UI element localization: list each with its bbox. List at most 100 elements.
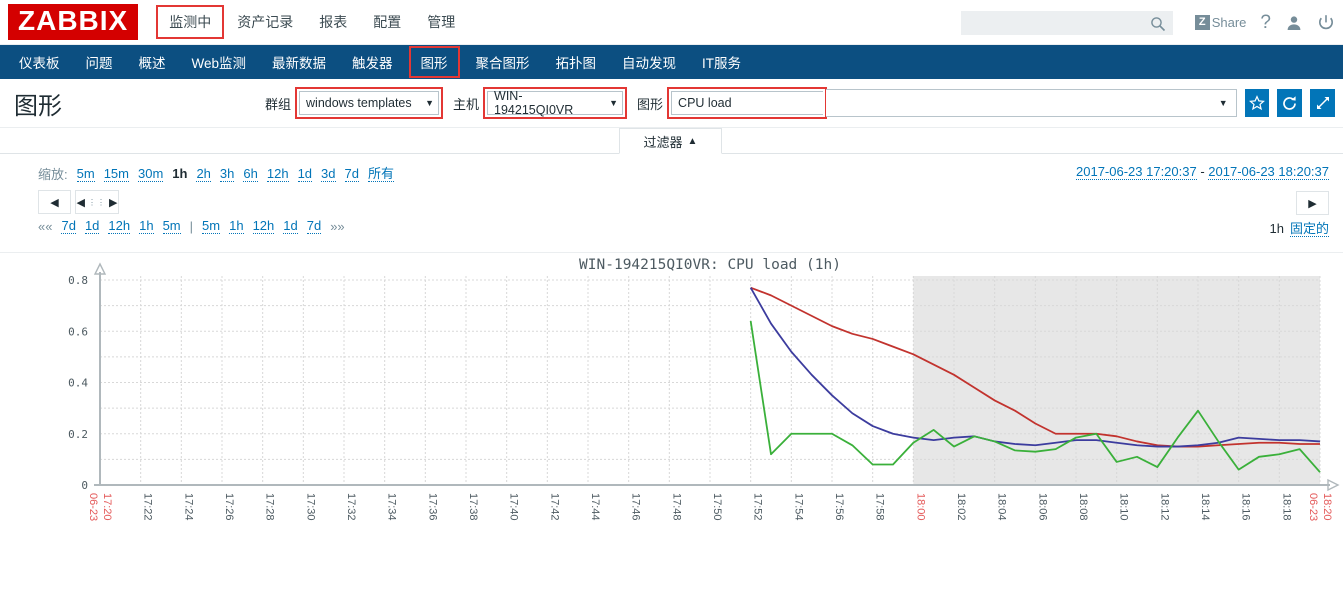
- subnav-item-latest-data[interactable]: 最新数据: [259, 44, 339, 80]
- svg-text:17:36: 17:36: [426, 493, 438, 521]
- search-input[interactable]: [967, 11, 1150, 34]
- svg-text:17:42: 17:42: [548, 493, 560, 521]
- jump-fwd-1d[interactable]: 1d: [283, 218, 298, 234]
- host-select-value: WIN-194215QI0VR: [494, 89, 574, 117]
- svg-text:18:14: 18:14: [1199, 493, 1211, 521]
- jump-divider: |: [189, 218, 194, 234]
- zoom-option-12h[interactable]: 12h: [266, 166, 289, 182]
- jump-back-1d[interactable]: 1d: [84, 218, 100, 234]
- graph-selector-controls: 群组 windows templates ▼ 主机 WIN-194215QI0V…: [265, 87, 1335, 119]
- subnav-item-triggers[interactable]: 触发器: [339, 44, 406, 80]
- svg-text:17:24: 17:24: [182, 493, 194, 521]
- svg-text:17:40: 17:40: [508, 493, 520, 521]
- chevron-down-icon: ▼: [425, 98, 435, 108]
- filter-tab[interactable]: 过滤器 ▲: [619, 128, 722, 154]
- mainnav-item-reports[interactable]: 报表: [306, 5, 360, 39]
- zoom-option-2h[interactable]: 2h: [196, 166, 211, 182]
- zoom-option-7d[interactable]: 7d: [344, 166, 359, 182]
- date-range-separator: -: [1196, 164, 1209, 179]
- search-box[interactable]: [960, 10, 1173, 35]
- svg-text:17:48: 17:48: [670, 493, 682, 521]
- chevron-down-icon: ▼: [609, 98, 619, 108]
- jump-fwd-7d[interactable]: 7d: [306, 218, 322, 234]
- refresh-button[interactable]: [1277, 89, 1303, 117]
- zoom-option-3d[interactable]: 3d: [321, 166, 336, 182]
- host-select-highlight: WIN-194215QI0VR ▼: [483, 87, 628, 119]
- jump-end-icon[interactable]: »»: [330, 219, 344, 234]
- main-navigation: 监测中 资产记录 报表 配置 管理: [156, 5, 468, 39]
- zoom-option-1h[interactable]: 1h: [172, 166, 187, 181]
- jump-start-icon[interactable]: ««: [38, 219, 52, 234]
- zoom-option-1d[interactable]: 1d: [297, 166, 313, 182]
- zabbix-logo[interactable]: ZABBIX: [8, 4, 139, 40]
- subnav-item-overview[interactable]: 概述: [126, 44, 179, 80]
- filter-tab-label: 过滤器: [643, 134, 683, 150]
- fullscreen-button[interactable]: [1310, 89, 1335, 117]
- subnav-item-screens[interactable]: 聚合图形: [463, 44, 543, 80]
- subnav-item-discovery[interactable]: 自动发现: [609, 44, 689, 80]
- power-icon[interactable]: [1317, 14, 1335, 32]
- user-icon[interactable]: [1285, 14, 1303, 32]
- svg-text:18:00: 18:00: [914, 493, 926, 521]
- svg-text:18:08: 18:08: [1077, 493, 1089, 521]
- graph-label: 图形: [637, 96, 664, 112]
- zoom-label: 缩放:: [38, 167, 68, 182]
- svg-text:17:32: 17:32: [345, 493, 357, 521]
- subnav-item-it-services[interactable]: IT服务: [689, 44, 754, 80]
- subnav-item-problems[interactable]: 问题: [73, 44, 126, 80]
- help-icon[interactable]: ?: [1260, 12, 1271, 34]
- subnav-item-dashboard[interactable]: 仪表板: [6, 44, 73, 80]
- svg-text:0.8: 0.8: [68, 274, 88, 287]
- subnav-item-graphs[interactable]: 图形: [408, 46, 460, 78]
- subnav-item-maps[interactable]: 拓扑图: [543, 44, 610, 80]
- jump-back-1h[interactable]: 1h: [139, 218, 154, 234]
- zoom-option-30m[interactable]: 30m: [137, 166, 164, 182]
- jump-back-5m[interactable]: 5m: [162, 218, 181, 234]
- zoom-row: 缩放: 5m 15m 30m 1h 2h 3h 6h 12h 1d 3d 7d …: [0, 162, 1343, 183]
- svg-text:17:58: 17:58: [874, 493, 886, 521]
- jump-fwd-12h[interactable]: 12h: [252, 218, 275, 234]
- graph-select-value: CPU load: [678, 96, 732, 110]
- svg-text:17:28: 17:28: [264, 493, 276, 521]
- zoom-option-all[interactable]: 所有: [367, 166, 394, 182]
- jump-back-12h[interactable]: 12h: [108, 218, 131, 234]
- mainnav-item-inventory[interactable]: 资产记录: [224, 5, 306, 39]
- svg-text:18:16: 18:16: [1240, 493, 1252, 521]
- share-button[interactable]: Z Share: [1194, 15, 1246, 30]
- triangle-left-icon: ◀: [76, 196, 85, 209]
- svg-text:17:38: 17:38: [467, 493, 479, 521]
- jump-fwd-5m[interactable]: 5m: [202, 218, 221, 234]
- svg-text:17:52: 17:52: [752, 493, 764, 521]
- cpu-load-line-chart[interactable]: WIN-194215QI0VR: CPU load (1h) 0 0.2 0.4 0.6…: [0, 253, 1343, 583]
- mainnav-item-monitoring[interactable]: 监测中: [156, 5, 225, 39]
- scroll-left-button[interactable]: ◀: [38, 190, 71, 214]
- mainnav-item-configuration[interactable]: 配置: [360, 5, 414, 39]
- chevron-up-icon: ▲: [687, 135, 698, 147]
- group-select-value: windows templates: [306, 96, 412, 110]
- scroll-right-button[interactable]: ▶: [1296, 191, 1329, 215]
- mainnav-item-administration[interactable]: 管理: [414, 5, 468, 39]
- zoom-option-6h[interactable]: 6h: [243, 166, 258, 182]
- fixed-toggle[interactable]: 固定的: [1289, 221, 1329, 237]
- svg-text:18:04: 18:04: [996, 493, 1008, 521]
- svg-text:17:56: 17:56: [833, 493, 845, 521]
- jump-back-7d[interactable]: 7d: [61, 218, 76, 234]
- date-range-from[interactable]: 2017-06-23 17:20:37: [1076, 164, 1197, 180]
- group-select[interactable]: windows templates ▼: [299, 91, 440, 115]
- date-range-to[interactable]: 2017-06-23 18:20:37: [1208, 164, 1329, 180]
- host-select[interactable]: WIN-194215QI0VR ▼: [487, 89, 624, 117]
- graph-select-extension[interactable]: ▼: [826, 89, 1237, 117]
- favorite-button[interactable]: [1244, 89, 1270, 117]
- search-icon[interactable]: [1150, 16, 1166, 35]
- zoom-option-3h[interactable]: 3h: [219, 166, 235, 182]
- subnav-item-web[interactable]: Web监测: [179, 44, 260, 80]
- zoom-option-15m[interactable]: 15m: [103, 166, 129, 182]
- graph-select[interactable]: CPU load: [671, 91, 824, 115]
- jump-fwd-1h[interactable]: 1h: [229, 218, 244, 234]
- svg-text:06-23: 06-23: [87, 493, 99, 521]
- svg-text:0.4: 0.4: [68, 377, 88, 390]
- svg-text:18:02: 18:02: [955, 493, 967, 521]
- grip-dots-icon: ⋮⋮: [88, 197, 106, 207]
- scroll-handle[interactable]: ◀ ⋮⋮ ▶: [75, 190, 119, 214]
- zoom-option-5m[interactable]: 5m: [76, 166, 95, 182]
